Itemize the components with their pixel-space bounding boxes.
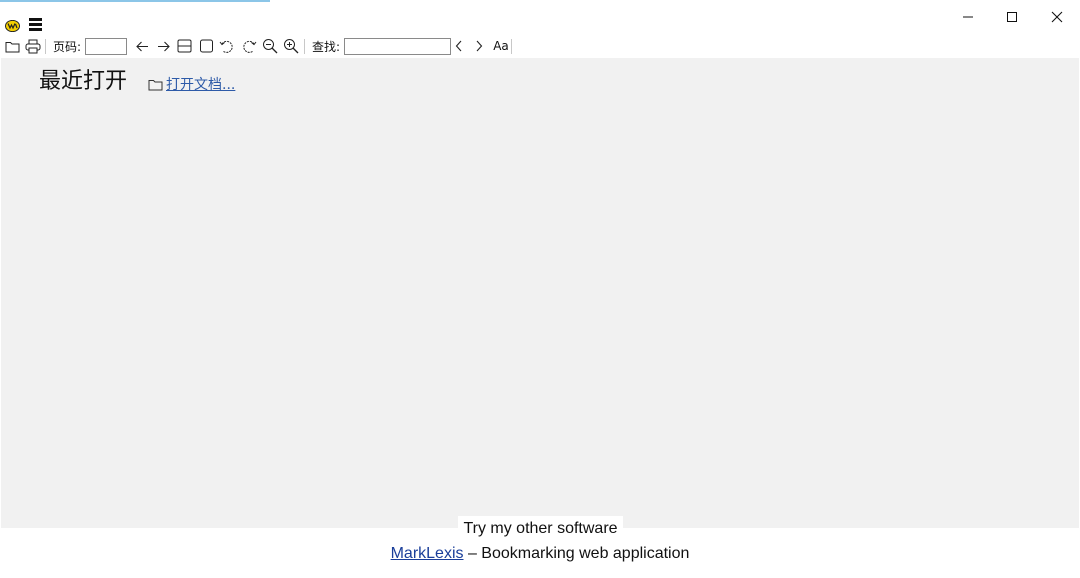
toolbar: 页码: 查找: Aa [0, 37, 1080, 57]
find-label: 查找: [312, 40, 341, 54]
close-icon [1051, 11, 1063, 23]
zoom-out-icon[interactable] [262, 38, 278, 54]
page-label: 页码: [53, 40, 82, 54]
home-page [1, 58, 1079, 528]
close-button[interactable] [1037, 6, 1077, 28]
app-logo-icon [5, 17, 20, 33]
toolbar-separator [511, 39, 512, 54]
recent-files-title: 最近打开 [39, 69, 128, 94]
maximize-button[interactable] [992, 6, 1032, 28]
find-input[interactable] [344, 38, 451, 55]
find-next-icon[interactable] [471, 38, 487, 54]
print-icon[interactable] [25, 38, 41, 54]
page-number-input[interactable] [85, 38, 127, 55]
promo-line: MarkLexis – Bookmarking web application [0, 544, 1080, 564]
fit-width-icon[interactable] [176, 38, 192, 54]
open-document-link[interactable]: 打开文档... [148, 75, 235, 93]
toolbar-separator [304, 39, 305, 54]
rotate-right-icon[interactable] [241, 38, 257, 54]
title-bar [0, 2, 1080, 36]
rotate-left-icon[interactable] [219, 38, 235, 54]
marklexis-link[interactable]: MarkLexis [391, 545, 464, 562]
minimize-button[interactable] [948, 6, 988, 28]
minimize-icon [963, 16, 973, 18]
toolbar-separator [45, 39, 46, 54]
promo-description: – Bookmarking web application [463, 545, 690, 562]
next-page-icon[interactable] [155, 38, 171, 54]
fit-page-icon[interactable] [198, 38, 214, 54]
zoom-in-icon[interactable] [283, 38, 299, 54]
open-document-label[interactable]: 打开文档... [166, 74, 235, 94]
folder-icon [148, 79, 163, 90]
prev-page-icon[interactable] [134, 38, 150, 54]
promo-title: Try my other software [458, 516, 623, 540]
open-folder-icon[interactable] [4, 38, 20, 54]
find-prev-icon[interactable] [451, 38, 467, 54]
match-case-icon[interactable]: Aa [492, 38, 510, 54]
hamburger-menu-icon[interactable] [29, 18, 42, 31]
maximize-icon [1007, 12, 1017, 22]
